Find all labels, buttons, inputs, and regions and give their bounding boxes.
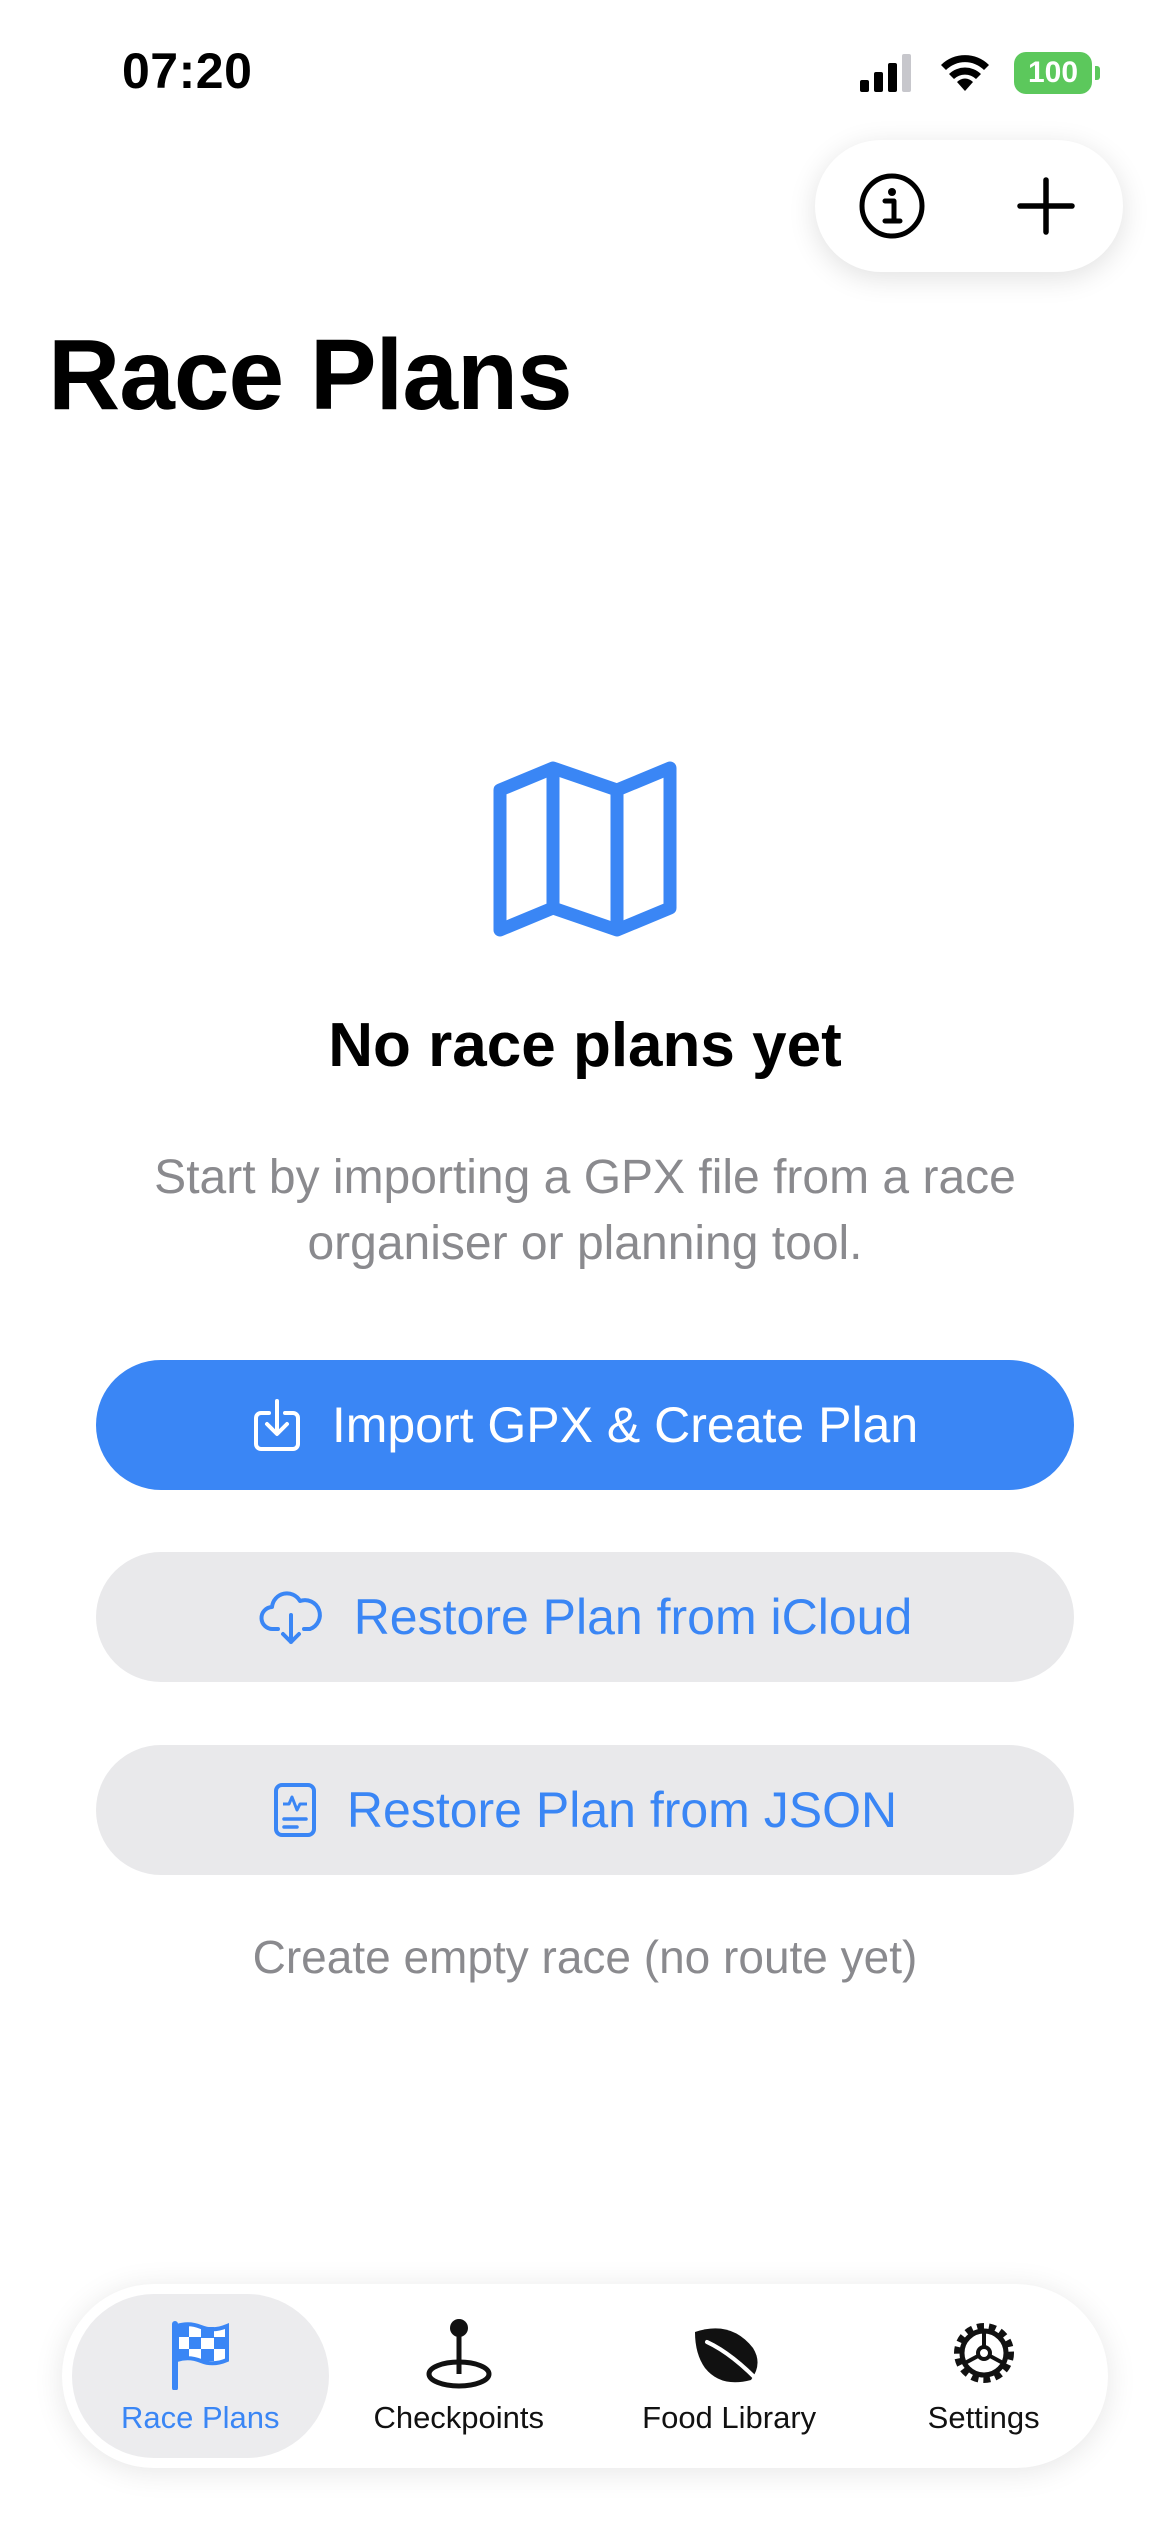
tab-checkpoints[interactable]: Checkpoints <box>329 2294 589 2458</box>
map-icon <box>493 761 677 937</box>
info-circle-icon <box>859 173 925 239</box>
screen: 07:20 100 Race Plans No race plans yet S… <box>0 0 1170 2532</box>
status-time: 07:20 <box>122 43 253 99</box>
tab-race-plans[interactable]: Race Plans <box>72 2294 329 2458</box>
tab-food-library[interactable]: Food Library <box>589 2294 869 2458</box>
map-pin-icon <box>426 2319 492 2389</box>
checkered-flag-icon <box>172 2321 230 2390</box>
download-tray-icon <box>253 1399 300 1451</box>
cellular-signal-icon <box>860 54 911 92</box>
import-gpx-label: Import GPX & Create Plan <box>331 1397 919 1453</box>
restore-json-label: Restore Plan from JSON <box>346 1782 898 1838</box>
info-button[interactable] <box>847 161 937 251</box>
plus-icon <box>1017 177 1075 235</box>
status-icons: 100 <box>858 52 1100 94</box>
top-actions <box>815 140 1123 272</box>
tab-bar: Race Plans Checkpoints Food Library Sett… <box>62 2284 1108 2468</box>
empty-state-subtitle: Start by importing a GPX file from a rac… <box>154 1151 1016 1270</box>
document-icon <box>273 1783 316 1837</box>
leaf-icon <box>695 2328 766 2388</box>
import-gpx-button[interactable]: Import GPX & Create Plan <box>96 1360 1074 1490</box>
restore-json-button[interactable]: Restore Plan from JSON <box>96 1745 1074 1875</box>
tab-label: Settings <box>927 2400 1040 2435</box>
page-title: Race Plans <box>48 319 573 431</box>
tab-settings[interactable]: Settings <box>869 2294 1098 2458</box>
cloud-download-icon <box>259 1591 322 1644</box>
battery-level: 100 <box>1027 56 1079 89</box>
tab-label: Race Plans <box>120 2400 280 2435</box>
battery-indicator: 100 <box>1014 52 1100 94</box>
restore-icloud-button[interactable]: Restore Plan from iCloud <box>96 1552 1074 1682</box>
wifi-icon <box>941 55 989 91</box>
add-button[interactable] <box>1001 161 1091 251</box>
create-empty-race-link[interactable]: Create empty race (no route yet) <box>0 1930 1170 1984</box>
gear-icon <box>953 2323 1014 2383</box>
restore-icloud-label: Restore Plan from iCloud <box>353 1589 913 1645</box>
empty-state-title: No race plans yet <box>328 1011 842 1080</box>
tab-label: Checkpoints <box>373 2400 545 2435</box>
tab-label: Food Library <box>642 2400 817 2435</box>
